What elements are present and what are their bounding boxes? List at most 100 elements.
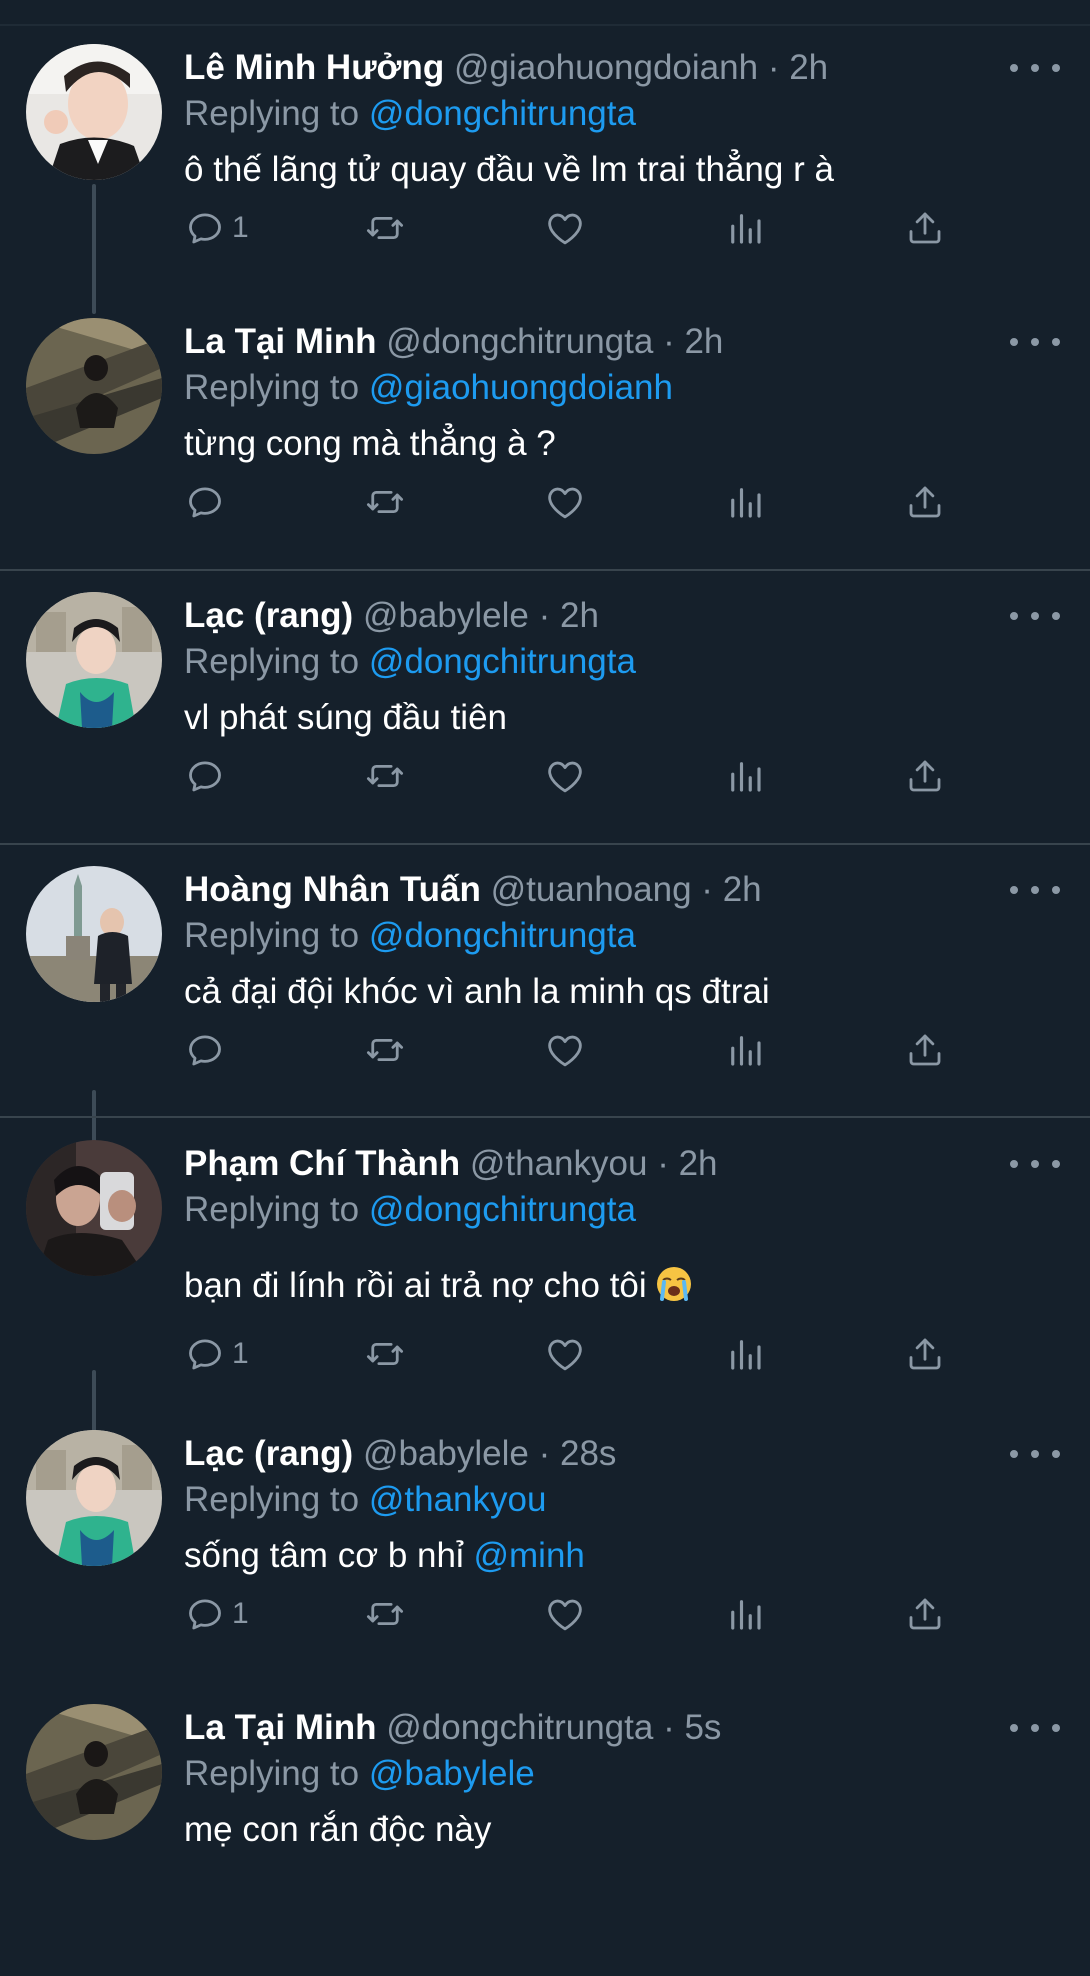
timestamp[interactable]: 2h xyxy=(679,1144,718,1183)
share-button[interactable] xyxy=(904,478,946,526)
more-dot xyxy=(1052,1724,1060,1732)
timestamp[interactable]: 5s xyxy=(684,1708,721,1747)
retweet-button[interactable] xyxy=(364,752,406,800)
user-handle[interactable]: @thankyou xyxy=(470,1144,648,1183)
share-button[interactable] xyxy=(904,1026,946,1074)
more-options-button[interactable] xyxy=(1010,1154,1060,1174)
replying-to-link[interactable]: @giaohuongdoianh xyxy=(369,368,673,407)
reply-tweet[interactable]: Phạm Chí Thành @thankyou · 2h Replying t… xyxy=(0,1140,1090,1412)
replying-to-link[interactable]: @dongchitrungta xyxy=(369,1190,636,1229)
display-name[interactable]: La Tại Minh xyxy=(184,322,377,361)
reply-tweet[interactable]: Hoàng Nhân Tuấn @tuanhoang · 2h Replying… xyxy=(0,866,1090,1138)
more-horizontal-icon xyxy=(1010,1450,1018,1458)
more-options-button[interactable] xyxy=(1010,332,1060,352)
retweet-button[interactable] xyxy=(364,1590,406,1638)
separator-dot: · xyxy=(538,596,551,635)
replying-to: Replying to @thankyou xyxy=(184,1478,546,1522)
share-button[interactable] xyxy=(904,752,946,800)
views-button[interactable] xyxy=(724,752,766,800)
reply-bubble-icon xyxy=(184,207,226,249)
action-bar: 1 xyxy=(184,1590,1004,1638)
views-bar-chart-icon xyxy=(724,755,766,797)
views-button[interactable] xyxy=(724,1590,766,1638)
display-name[interactable]: Lê Minh Hưởng xyxy=(184,48,444,87)
views-button[interactable] xyxy=(724,204,766,252)
user-handle[interactable]: @babylele xyxy=(363,1434,529,1473)
display-name[interactable]: Phạm Chí Thành xyxy=(184,1144,460,1183)
replying-to-link[interactable]: @babylele xyxy=(369,1754,535,1793)
reply-button[interactable]: 1 xyxy=(184,204,249,252)
display-name[interactable]: Lạc (rang) xyxy=(184,596,353,635)
reply-button[interactable]: 1 xyxy=(184,1590,249,1638)
display-name[interactable]: La Tại Minh xyxy=(184,1708,377,1747)
share-button[interactable] xyxy=(904,1330,946,1378)
retweet-button[interactable] xyxy=(364,478,406,526)
reply-button[interactable] xyxy=(184,752,232,800)
user-handle[interactable]: @giaohuongdoianh xyxy=(454,48,758,87)
tweet-text-content: bạn đi lính rồi ai trả nợ cho tôi xyxy=(184,1266,647,1305)
action-bar: 1 xyxy=(184,1330,1004,1378)
reply-button[interactable] xyxy=(184,478,232,526)
timestamp[interactable]: 2h xyxy=(789,48,828,87)
tweet-text: từng cong mà thẳng à ? xyxy=(184,424,556,463)
tweet-header: La Tại Minh @dongchitrungta · 2h xyxy=(184,320,984,364)
timestamp[interactable]: 2h xyxy=(723,870,762,909)
more-options-button[interactable] xyxy=(1010,1718,1060,1738)
reply-button[interactable]: 1 xyxy=(184,1330,249,1378)
reply-tweet[interactable]: Lạc (rang) @babylele · 2h Replying to @d… xyxy=(0,592,1090,864)
replying-to-link[interactable]: @thankyou xyxy=(369,1480,547,1519)
more-dot xyxy=(1031,1160,1039,1168)
avatar[interactable] xyxy=(26,1704,162,1840)
tweet-text: cả đại đội khóc vì anh la minh qs đtrai xyxy=(184,972,770,1011)
mention-link[interactable]: @minh xyxy=(474,1536,585,1575)
timestamp[interactable]: 2h xyxy=(560,596,599,635)
like-button[interactable] xyxy=(544,1330,586,1378)
display-name[interactable]: Hoàng Nhân Tuấn xyxy=(184,870,481,909)
avatar[interactable] xyxy=(26,1430,162,1566)
reply-tweet[interactable]: Lê Minh Hưởng @giaohuongdoianh · 2h Repl… xyxy=(0,44,1090,316)
timestamp[interactable]: 2h xyxy=(684,322,723,361)
avatar[interactable] xyxy=(26,318,162,454)
share-upload-icon xyxy=(904,481,946,523)
avatar[interactable] xyxy=(26,592,162,728)
views-button[interactable] xyxy=(724,1026,766,1074)
more-dot xyxy=(1052,886,1060,894)
tweet-header: Lạc (rang) @babylele · 28s xyxy=(184,1432,984,1476)
display-name[interactable]: Lạc (rang) xyxy=(184,1434,353,1473)
reply-count: 1 xyxy=(232,1337,249,1370)
replying-to-link[interactable]: @dongchitrungta xyxy=(369,916,636,955)
share-button[interactable] xyxy=(904,1590,946,1638)
user-handle[interactable]: @dongchitrungta xyxy=(386,1708,653,1747)
more-dot xyxy=(1052,612,1060,620)
retweet-button[interactable] xyxy=(364,1330,406,1378)
avatar[interactable] xyxy=(26,1140,162,1276)
more-options-button[interactable] xyxy=(1010,58,1060,78)
more-options-button[interactable] xyxy=(1010,880,1060,900)
timestamp[interactable]: 28s xyxy=(560,1434,616,1473)
user-handle[interactable]: @babylele xyxy=(363,596,529,635)
reply-tweet[interactable]: Lạc (rang) @babylele · 28s Replying to @… xyxy=(0,1430,1090,1702)
share-button[interactable] xyxy=(904,204,946,252)
user-handle[interactable]: @dongchitrungta xyxy=(386,322,653,361)
more-options-button[interactable] xyxy=(1010,1444,1060,1464)
retweet-button[interactable] xyxy=(364,204,406,252)
retweet-button[interactable] xyxy=(364,1026,406,1074)
reply-tweet[interactable]: La Tại Minh @dongchitrungta · 5s Replyin… xyxy=(0,1704,1090,1976)
avatar[interactable] xyxy=(26,866,162,1002)
replying-to-link[interactable]: @dongchitrungta xyxy=(369,642,636,681)
views-button[interactable] xyxy=(724,1330,766,1378)
replying-to-link[interactable]: @dongchitrungta xyxy=(369,94,636,133)
tweet-header: La Tại Minh @dongchitrungta · 5s xyxy=(184,1706,984,1750)
avatar[interactable] xyxy=(26,44,162,180)
views-button[interactable] xyxy=(724,478,766,526)
reply-button[interactable] xyxy=(184,1026,232,1074)
like-button[interactable] xyxy=(544,204,586,252)
reply-bubble-icon xyxy=(184,1029,226,1071)
like-button[interactable] xyxy=(544,478,586,526)
like-button[interactable] xyxy=(544,1590,586,1638)
more-options-button[interactable] xyxy=(1010,606,1060,626)
user-handle[interactable]: @tuanhoang xyxy=(491,870,692,909)
like-button[interactable] xyxy=(544,1026,586,1074)
reply-tweet[interactable]: La Tại Minh @dongchitrungta · 2h Replyin… xyxy=(0,318,1090,590)
like-button[interactable] xyxy=(544,752,586,800)
